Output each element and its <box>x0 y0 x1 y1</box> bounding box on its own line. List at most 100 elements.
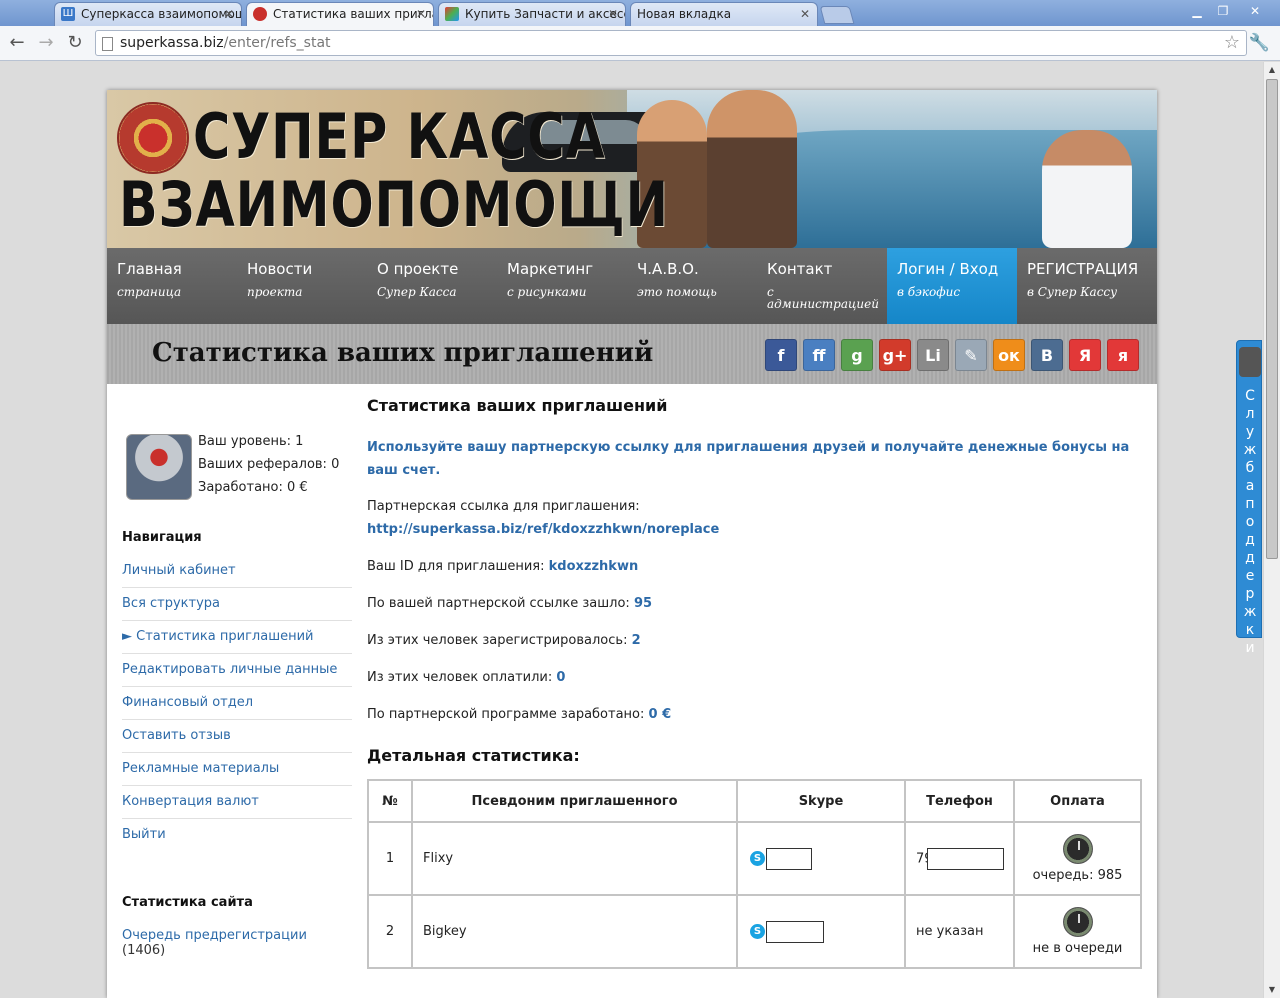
tab-title: Суперкасса взаимопомощи <box>81 7 242 21</box>
preregistration-queue-link[interactable]: Очередь предрегистрации <box>122 928 307 943</box>
row-phone: 79 <box>904 821 1015 896</box>
bookmark-star-icon[interactable]: ☆ <box>1224 32 1240 53</box>
scroll-up-arrow-icon[interactable]: ▲ <box>1264 62 1280 78</box>
referral-link[interactable]: http://superkassa.biz/ref/kdoxzzhkwn/nor… <box>367 522 719 537</box>
maximize-icon[interactable]: ❐ <box>1210 2 1236 20</box>
new-tab-button[interactable] <box>819 6 855 24</box>
nav-item-register[interactable]: РЕГИСТРАЦИЯ в Супер Кассу <box>1017 248 1157 324</box>
minimize-icon[interactable]: ▁ <box>1184 2 1210 20</box>
browser-tab[interactable]: Новая вкладка ✕ <box>630 2 818 26</box>
nav-title: Контакт <box>767 260 833 278</box>
scroll-down-arrow-icon[interactable]: ▼ <box>1264 982 1280 998</box>
support-tab[interactable]: Служба поддержки <box>1236 340 1262 656</box>
intro-text: Используйте вашу партнерскую ссылку для … <box>367 440 1130 478</box>
nav-item-login[interactable]: Логин / Вход в бэкофис <box>887 248 1017 324</box>
page-title: Статистика ваших приглашений <box>152 338 654 368</box>
sidebar-item-currency[interactable]: Конвертация валют <box>122 786 352 819</box>
google-plus-icon[interactable]: g+ <box>879 339 911 371</box>
payment-status: очередь: 985 <box>1032 868 1123 883</box>
browser-toolbar: ← → ↻ superkassa.biz/enter/refs_stat ☆ 🔧 <box>0 26 1280 61</box>
liveinternet-icon[interactable]: Li <box>917 339 949 371</box>
col-skype: Skype <box>736 779 906 823</box>
nav-title: Главная <box>117 260 182 278</box>
nav-item-news[interactable]: Новости проекта <box>237 248 367 324</box>
sidebar-item-cabinet[interactable]: Личный кабинет <box>122 555 352 588</box>
reload-icon[interactable]: ↻ <box>64 32 86 54</box>
row-nickname: Bigkey <box>411 894 738 969</box>
row-payment: очередь: 985 <box>1013 821 1142 896</box>
ya-ru-icon[interactable]: я <box>1107 339 1139 371</box>
close-tab-icon[interactable]: ✕ <box>800 7 810 21</box>
support-label: Служба поддержки <box>1237 387 1263 657</box>
phone-input[interactable] <box>926 847 1004 870</box>
site-favicon-icon <box>253 7 267 21</box>
visits-label: По вашей партнерской ссылке зашло: <box>367 596 630 611</box>
skype-icon: S <box>750 924 765 939</box>
back-arrow-icon[interactable]: ← <box>6 32 28 54</box>
nav-item-faq[interactable]: Ч.А.В.О. это помощь <box>627 248 757 324</box>
ref-link-row: http://superkassa.biz/ref/kdoxzzhkwn/nor… <box>367 522 719 537</box>
table-header-row: № Псевдоним приглашенного Skype Телефон … <box>367 779 1142 823</box>
browser-tab[interactable]: Купить Запчасти и аксессуа ✕ <box>438 2 626 26</box>
livejournal-icon[interactable]: ✎ <box>955 339 987 371</box>
forward-arrow-icon[interactable]: → <box>35 32 57 54</box>
friendfeed-icon[interactable]: ff <box>803 339 835 371</box>
visits-row: По вашей партнерской ссылке зашло: 95 <box>367 596 652 611</box>
odnoklassniki-icon[interactable]: ок <box>993 339 1025 371</box>
skype-input[interactable] <box>766 920 824 943</box>
support-label-text: Служба поддержки <box>1243 388 1257 656</box>
nav-item-marketing[interactable]: Маркетинг с рисунками <box>497 248 627 324</box>
page-scrollbar[interactable]: ▲ ▼ <box>1263 62 1280 998</box>
url-path: /enter/refs_stat <box>223 35 331 51</box>
paid-label: Из этих человек оплатили: <box>367 670 553 685</box>
close-tab-icon[interactable]: ✕ <box>224 7 234 21</box>
site-favicon-icon <box>445 7 459 21</box>
user-earned: Заработано: 0 € <box>198 480 308 495</box>
sidebar-item-edit-profile[interactable]: Редактировать личные данные <box>122 654 352 687</box>
sidebar-item-promo[interactable]: Рекламные материалы <box>122 753 352 786</box>
table-row: 2 Bigkey S не указан не в очереди <box>367 894 1142 969</box>
site-logo-line1[interactable]: СУПЕР КАССА <box>193 100 606 173</box>
sidebar-item-logout[interactable]: Выйти <box>122 819 352 852</box>
sidebar-item-invite-stats[interactable]: ► Статистика приглашений <box>122 621 352 654</box>
browser-tab[interactable]: Ш Суперкасса взаимопомощи ✕ <box>54 2 242 26</box>
invite-id-value: kdoxzzhkwn <box>548 559 639 574</box>
scrollbar-thumb[interactable] <box>1266 79 1278 559</box>
skype-input[interactable] <box>766 847 812 870</box>
google-icon[interactable]: g <box>841 339 873 371</box>
col-number: № <box>367 779 413 823</box>
col-phone: Телефон <box>904 779 1015 823</box>
nav-item-home[interactable]: Главная страница <box>107 248 237 324</box>
tab-title: Статистика ваших приглаш <box>273 7 434 21</box>
table-row: 1 Flixy S 79 очередь: 985 <box>367 821 1142 896</box>
col-nickname: Псевдоним приглашенного <box>411 779 738 823</box>
avatar <box>126 434 192 500</box>
registered-row: Из этих человек зарегистрировалось: 2 <box>367 633 641 648</box>
nav-title: Маркетинг <box>507 260 594 278</box>
nav-item-about[interactable]: О проекте Супер Касса <box>367 248 497 324</box>
content-heading: Статистика ваших приглашений <box>367 396 668 415</box>
close-tab-icon[interactable]: ✕ <box>608 7 618 21</box>
vkontakte-icon[interactable]: В <box>1031 339 1063 371</box>
sidebar-item-structure[interactable]: Вся структура <box>122 588 352 621</box>
nav-subtitle: с рисунками <box>507 285 587 299</box>
facebook-icon[interactable]: f <box>765 339 797 371</box>
close-window-icon[interactable]: ✕ <box>1240 2 1270 20</box>
yandex-icon[interactable]: Я <box>1069 339 1101 371</box>
nav-title: Логин / Вход <box>897 260 999 278</box>
sidebar-item-feedback[interactable]: Оставить отзыв <box>122 720 352 753</box>
browser-tab-active[interactable]: Статистика ваших приглаш ✕ <box>246 2 434 27</box>
site-logo-line2[interactable]: ВЗАИМОПОМОЩИ <box>119 168 669 241</box>
page-icon <box>102 37 113 51</box>
earned-value: 0 € <box>648 707 672 722</box>
address-bar[interactable]: superkassa.biz/enter/refs_stat ☆ <box>95 30 1247 56</box>
registered-value: 2 <box>631 633 641 648</box>
nav-title: Ч.А.В.О. <box>637 260 699 278</box>
clock-icon <box>1062 834 1093 864</box>
referrals-table: № Псевдоним приглашенного Skype Телефон … <box>367 779 1142 969</box>
main-navigation: Главная страница Новости проекта О проекте… <box>107 248 1157 324</box>
wrench-icon[interactable]: 🔧 <box>1249 33 1270 53</box>
close-tab-icon[interactable]: ✕ <box>416 7 426 21</box>
nav-item-contact[interactable]: Контакт с администрацией <box>757 248 887 324</box>
sidebar-item-finance[interactable]: Финансовый отдел <box>122 687 352 720</box>
